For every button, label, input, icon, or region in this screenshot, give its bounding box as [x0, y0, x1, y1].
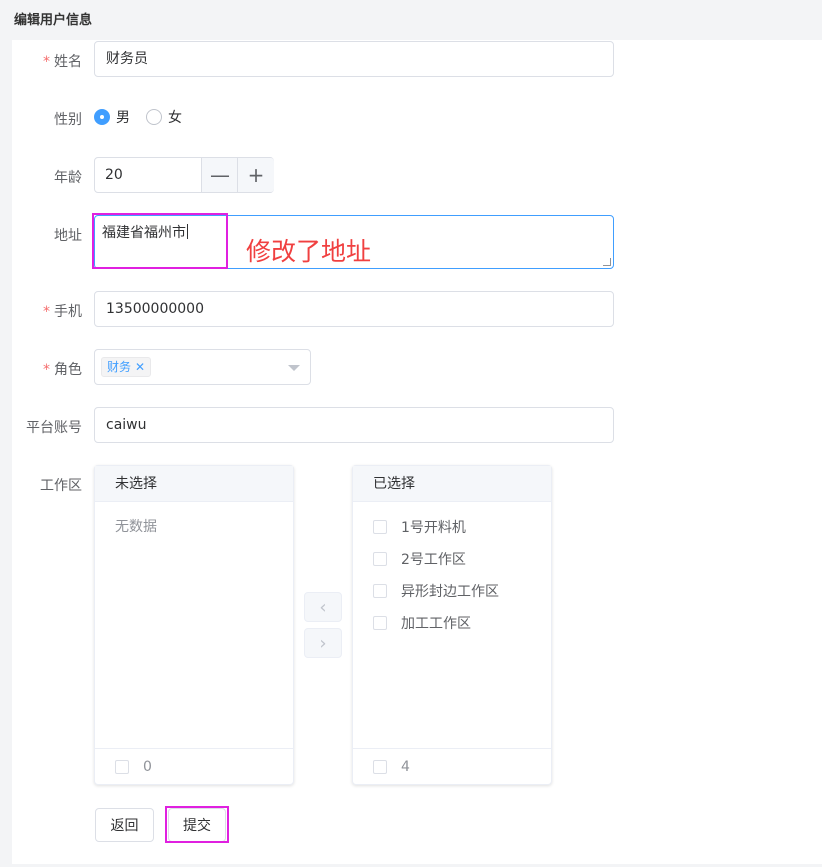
required-mark: *: [43, 362, 50, 378]
required-mark: *: [43, 54, 50, 70]
chevron-right-icon: ›: [319, 632, 327, 654]
increment-button[interactable]: +: [237, 158, 274, 192]
account-input[interactable]: caiwu: [94, 407, 614, 443]
panel-footer: 4: [353, 748, 551, 784]
select-all-checkbox[interactable]: [115, 759, 129, 774]
work-area-label: 工作区: [40, 478, 82, 494]
panel-footer: 0: [95, 748, 293, 784]
radio-checked-icon: [94, 109, 110, 125]
role-tag: 财务 ✕: [101, 357, 152, 377]
select-all-checkbox[interactable]: [373, 759, 387, 774]
resize-handle-icon[interactable]: [603, 258, 611, 266]
name-label: * 姓名: [12, 51, 82, 71]
transfer-panel-selected: 已选择 1号开料机 2号工作区 异形封边工作区 加工工作区 4: [352, 465, 552, 785]
list-item[interactable]: 1号开料机: [373, 517, 466, 537]
item-checkbox[interactable]: [373, 552, 387, 566]
close-icon[interactable]: ✕: [135, 358, 145, 376]
empty-text: 无数据: [115, 519, 157, 535]
radio-label-male: 男: [116, 110, 130, 126]
phone-label-text: 手机: [54, 304, 82, 320]
decrement-button[interactable]: —: [201, 158, 238, 192]
minus-icon: —: [210, 163, 230, 187]
gender-radio-male[interactable]: 男: [94, 108, 130, 126]
item-checkbox[interactable]: [373, 520, 387, 534]
account-label: 平台账号: [26, 420, 82, 436]
annotation-text: 修改了地址: [246, 237, 372, 266]
radio-unchecked-icon: [146, 109, 162, 125]
plus-icon: +: [247, 163, 265, 187]
radio-label-female: 女: [168, 110, 182, 126]
required-mark: *: [43, 304, 50, 320]
annotation-highlight-box: [92, 213, 228, 269]
list-item[interactable]: 2号工作区: [373, 549, 466, 569]
role-tag-label: 财务: [107, 360, 132, 374]
role-select[interactable]: 财务 ✕: [94, 349, 311, 385]
phone-label: * 手机: [12, 301, 82, 321]
age-stepper: 20 — +: [94, 157, 274, 193]
header-bar: 编辑用户信息: [0, 0, 822, 40]
item-label: 加工工作区: [401, 616, 471, 632]
phone-input[interactable]: 13500000000: [94, 291, 614, 327]
age-input[interactable]: 20: [105, 158, 123, 192]
item-label: 2号工作区: [401, 552, 466, 568]
page-title: 编辑用户信息: [14, 13, 93, 28]
name-label-text: 姓名: [54, 54, 82, 70]
annotation-highlight-box: [165, 806, 229, 843]
chevron-left-icon: ‹: [319, 596, 327, 618]
back-button[interactable]: 返回: [95, 808, 154, 842]
panel-title: 未选择: [95, 466, 293, 502]
gender-radio-female[interactable]: 女: [146, 108, 182, 126]
role-label-text: 角色: [54, 362, 82, 378]
list-item[interactable]: 异形封边工作区: [373, 581, 499, 601]
item-checkbox[interactable]: [373, 616, 387, 630]
address-label: 地址: [54, 228, 82, 244]
chevron-down-icon: [288, 365, 300, 371]
age-label: 年龄: [54, 170, 82, 186]
panel-count: 4: [401, 758, 410, 775]
item-checkbox[interactable]: [373, 584, 387, 598]
role-label: * 角色: [12, 359, 82, 379]
transfer-panel-unselected: 未选择 无数据 0: [94, 465, 294, 785]
panel-count: 0: [143, 758, 152, 775]
panel-title: 已选择: [353, 466, 551, 502]
name-input[interactable]: 财务员: [94, 41, 614, 77]
move-left-button[interactable]: ‹: [304, 592, 342, 622]
list-item[interactable]: 加工工作区: [373, 613, 471, 633]
item-label: 1号开料机: [401, 520, 466, 536]
gender-label: 性别: [54, 112, 82, 128]
item-label: 异形封边工作区: [401, 584, 499, 600]
move-right-button[interactable]: ›: [304, 628, 342, 658]
